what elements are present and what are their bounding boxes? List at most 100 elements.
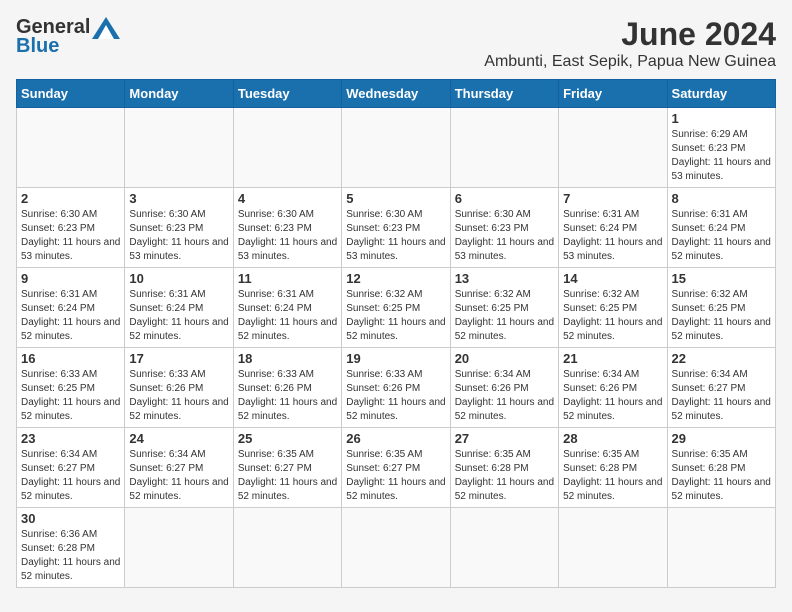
day-info: Sunrise: 6:35 AM Sunset: 6:27 PM Dayligh… [238,448,337,504]
calendar-cell: 1 Sunrise: 6:29 AM Sunset: 6:23 PM Daylig… [667,108,775,188]
calendar-cell [559,108,667,188]
day-number: 11 [238,271,337,286]
day-number: 17 [129,351,228,366]
calendar-cell [342,108,450,188]
calendar-cell: 19 Sunrise: 6:33 AM Sunset: 6:26 PM Dayli… [342,348,450,428]
calendar-week-row: 23 Sunrise: 6:34 AM Sunset: 6:27 PM Dayli… [17,428,776,508]
month-title: June 2024 [484,16,776,53]
calendar-cell [450,508,558,588]
calendar-week-row: 1 Sunrise: 6:29 AM Sunset: 6:23 PM Daylig… [17,108,776,188]
day-info: Sunrise: 6:31 AM Sunset: 6:24 PM Dayligh… [563,208,662,264]
title-area: June 2024 Ambunti, East Sepik, Papua New… [484,16,776,71]
calendar-cell: 27Sunrise: 6:35 AM Sunset: 6:28 PM Dayli… [450,428,558,508]
calendar: SundayMondayTuesdayWednesdayThursdayFrid… [16,79,776,588]
day-info: Sunrise: 6:34 AM Sunset: 6:26 PM Dayligh… [455,368,554,424]
calendar-cell: 28 Sunrise: 6:35 AM Sunset: 6:28 PM Dayli… [559,428,667,508]
column-header-wednesday: Wednesday [342,80,450,108]
location-title: Ambunti, East Sepik, Papua New Guinea [484,53,776,71]
day-number: 2 [21,191,120,206]
calendar-cell: 2 Sunrise: 6:30 AM Sunset: 6:23 PM Daylig… [17,188,125,268]
day-number: 22 [672,351,771,366]
day-number: 5 [346,191,445,206]
calendar-week-row: 2 Sunrise: 6:30 AM Sunset: 6:23 PM Daylig… [17,188,776,268]
calendar-cell: 30 Sunrise: 6:36 AM Sunset: 6:28 PM Dayli… [17,508,125,588]
day-info: Sunrise: 6:31 AM Sunset: 6:24 PM Dayligh… [129,288,228,344]
day-number: 1 [672,111,771,126]
calendar-cell: 23Sunrise: 6:34 AM Sunset: 6:27 PM Dayli… [17,428,125,508]
day-info: Sunrise: 6:30 AM Sunset: 6:23 PM Dayligh… [129,208,228,264]
calendar-cell: 13Sunrise: 6:32 AM Sunset: 6:25 PM Dayli… [450,268,558,348]
column-header-thursday: Thursday [450,80,558,108]
day-info: Sunrise: 6:36 AM Sunset: 6:28 PM Dayligh… [21,528,120,584]
day-number: 23 [21,431,120,446]
column-header-tuesday: Tuesday [233,80,341,108]
calendar-cell: 18Sunrise: 6:33 AM Sunset: 6:26 PM Dayli… [233,348,341,428]
day-info: Sunrise: 6:35 AM Sunset: 6:27 PM Dayligh… [346,448,445,504]
day-number: 4 [238,191,337,206]
calendar-cell: 24 Sunrise: 6:34 AM Sunset: 6:27 PM Dayli… [125,428,233,508]
day-info: Sunrise: 6:35 AM Sunset: 6:28 PM Dayligh… [672,448,771,504]
day-info: Sunrise: 6:30 AM Sunset: 6:23 PM Dayligh… [346,208,445,264]
calendar-cell: 14Sunrise: 6:32 AM Sunset: 6:25 PM Dayli… [559,268,667,348]
calendar-cell: 4 Sunrise: 6:30 AM Sunset: 6:23 PM Daylig… [233,188,341,268]
day-number: 3 [129,191,228,206]
day-info: Sunrise: 6:31 AM Sunset: 6:24 PM Dayligh… [21,288,120,344]
day-info: Sunrise: 6:33 AM Sunset: 6:25 PM Dayligh… [21,368,120,424]
calendar-cell: 3 Sunrise: 6:30 AM Sunset: 6:23 PM Daylig… [125,188,233,268]
day-info: Sunrise: 6:30 AM Sunset: 6:23 PM Dayligh… [455,208,554,264]
calendar-cell [17,108,125,188]
day-info: Sunrise: 6:33 AM Sunset: 6:26 PM Dayligh… [346,368,445,424]
day-number: 27 [455,431,554,446]
day-info: Sunrise: 6:34 AM Sunset: 6:27 PM Dayligh… [129,448,228,504]
day-info: Sunrise: 6:29 AM Sunset: 6:23 PM Dayligh… [672,128,771,184]
day-info: Sunrise: 6:32 AM Sunset: 6:25 PM Dayligh… [563,288,662,344]
day-number: 30 [21,511,120,526]
day-number: 15 [672,271,771,286]
day-number: 19 [346,351,445,366]
day-number: 20 [455,351,554,366]
day-number: 28 [563,431,662,446]
column-header-friday: Friday [559,80,667,108]
day-number: 26 [346,431,445,446]
header: General Blue June 2024 Ambunti, East Sep… [16,16,776,71]
day-number: 21 [563,351,662,366]
calendar-week-row: 30 Sunrise: 6:36 AM Sunset: 6:28 PM Dayli… [17,508,776,588]
day-info: Sunrise: 6:30 AM Sunset: 6:23 PM Dayligh… [21,208,120,264]
day-number: 10 [129,271,228,286]
calendar-cell: 5 Sunrise: 6:30 AM Sunset: 6:23 PM Daylig… [342,188,450,268]
logo: General Blue [16,16,120,58]
logo-icon [92,17,120,39]
day-info: Sunrise: 6:33 AM Sunset: 6:26 PM Dayligh… [238,368,337,424]
day-number: 9 [21,271,120,286]
day-number: 29 [672,431,771,446]
calendar-cell: 7Sunrise: 6:31 AM Sunset: 6:24 PM Daylig… [559,188,667,268]
day-info: Sunrise: 6:31 AM Sunset: 6:24 PM Dayligh… [238,288,337,344]
day-number: 25 [238,431,337,446]
day-info: Sunrise: 6:34 AM Sunset: 6:27 PM Dayligh… [672,368,771,424]
calendar-header-row: SundayMondayTuesdayWednesdayThursdayFrid… [17,80,776,108]
calendar-cell [342,508,450,588]
day-number: 16 [21,351,120,366]
calendar-cell: 10 Sunrise: 6:31 AM Sunset: 6:24 PM Dayli… [125,268,233,348]
day-info: Sunrise: 6:35 AM Sunset: 6:28 PM Dayligh… [563,448,662,504]
calendar-cell: 8Sunrise: 6:31 AM Sunset: 6:24 PM Daylig… [667,188,775,268]
day-number: 24 [129,431,228,446]
column-header-sunday: Sunday [17,80,125,108]
calendar-cell: 16 Sunrise: 6:33 AM Sunset: 6:25 PM Dayli… [17,348,125,428]
calendar-cell [667,508,775,588]
calendar-cell: 29 Sunrise: 6:35 AM Sunset: 6:28 PM Dayli… [667,428,775,508]
day-info: Sunrise: 6:33 AM Sunset: 6:26 PM Dayligh… [129,368,228,424]
calendar-cell [233,508,341,588]
calendar-cell: 9 Sunrise: 6:31 AM Sunset: 6:24 PM Daylig… [17,268,125,348]
day-info: Sunrise: 6:32 AM Sunset: 6:25 PM Dayligh… [346,288,445,344]
calendar-cell [233,108,341,188]
column-header-saturday: Saturday [667,80,775,108]
day-info: Sunrise: 6:30 AM Sunset: 6:23 PM Dayligh… [238,208,337,264]
day-info: Sunrise: 6:32 AM Sunset: 6:25 PM Dayligh… [672,288,771,344]
calendar-cell: 11 Sunrise: 6:31 AM Sunset: 6:24 PM Dayli… [233,268,341,348]
day-number: 8 [672,191,771,206]
day-number: 12 [346,271,445,286]
calendar-cell: 25 Sunrise: 6:35 AM Sunset: 6:27 PM Dayli… [233,428,341,508]
logo-blue-text: Blue [16,35,59,58]
calendar-cell: 20 Sunrise: 6:34 AM Sunset: 6:26 PM Dayli… [450,348,558,428]
